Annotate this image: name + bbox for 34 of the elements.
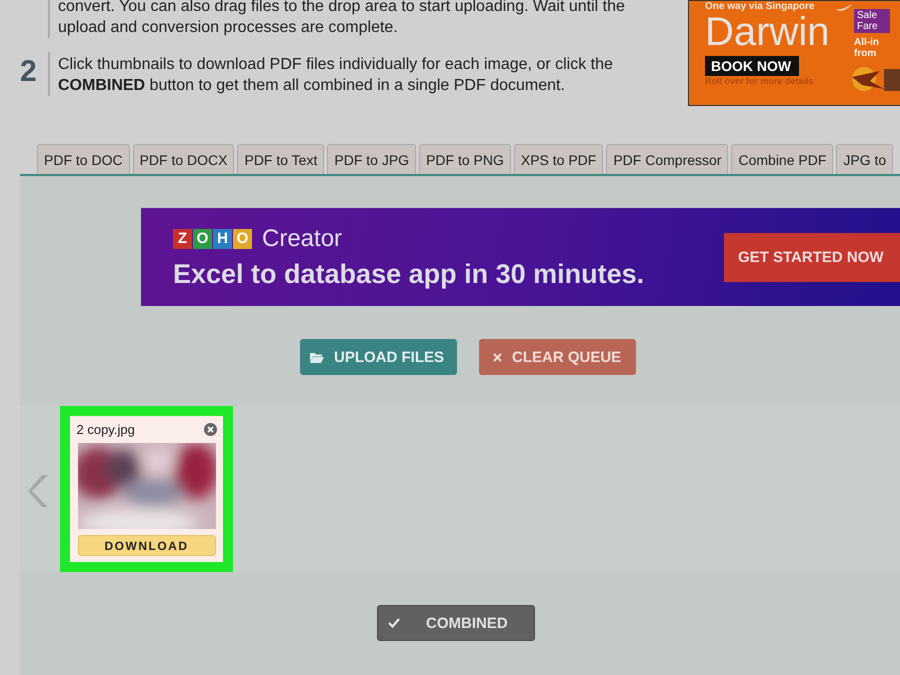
upload-files-button[interactable]: UPLOAD FILES <box>300 339 457 375</box>
ad-banner[interactable]: One way via Singapore Darwin BOOK NOW Roll over for more details Sale Fare All-in from <box>688 0 900 106</box>
download-button[interactable]: DOWNLOAD <box>78 535 216 556</box>
step-text: upload and conversion processes are complete. <box>58 18 399 38</box>
combined-button[interactable]: COMBINED <box>377 605 535 641</box>
converter-tab[interactable]: JPG to <box>836 144 894 174</box>
converter-tab[interactable]: PDF to JPG <box>327 144 416 174</box>
get-started-button[interactable]: GET STARTED NOW <box>724 232 900 282</box>
converter-tab[interactable]: Combine PDF <box>731 144 834 174</box>
step-number: 2 <box>20 54 38 90</box>
ad-banner[interactable]: Z O H O Creator Excel to database app in 30 minutes. GET STARTED NOW <box>141 208 900 306</box>
converter-tab[interactable]: PDF to DOCX <box>132 144 234 174</box>
converter-tab[interactable]: PDF to PNG <box>419 144 511 174</box>
converter-tab[interactable]: PDF to Text <box>237 144 324 174</box>
ad-text: All-in from <box>854 37 880 59</box>
ad-headline: Excel to database app in 30 minutes. <box>173 258 644 290</box>
step-text: COMBINED button to get them all combined in a single PDF document. <box>58 76 566 96</box>
book-now-button[interactable]: BOOK NOW <box>705 56 799 76</box>
converter-tab[interactable]: XPS to PDF <box>514 144 604 174</box>
remove-icon[interactable] <box>204 423 216 436</box>
ad-tagline: One way via Singapore <box>705 1 814 12</box>
converter-tab[interactable]: PDF Compressor <box>606 144 728 174</box>
close-icon <box>493 352 502 362</box>
file-name: 2 copy.jpg <box>76 422 135 437</box>
file-card[interactable]: 2 copy.jpg DOWNLOAD <box>60 406 233 572</box>
sale-badge: Sale Fare <box>854 9 890 33</box>
check-icon <box>388 618 400 628</box>
step-text: Click thumbnails to download PDF files individually for each image, or click the <box>58 55 613 75</box>
ad-note: Roll over for more details <box>705 76 815 86</box>
zoho-logo: Z O H O <box>173 228 252 248</box>
converter-tab[interactable]: PDF to DOC <box>37 144 130 174</box>
folder-icon <box>310 352 324 362</box>
ad-title: Darwin <box>705 12 830 52</box>
product-name: Creator <box>262 224 342 252</box>
